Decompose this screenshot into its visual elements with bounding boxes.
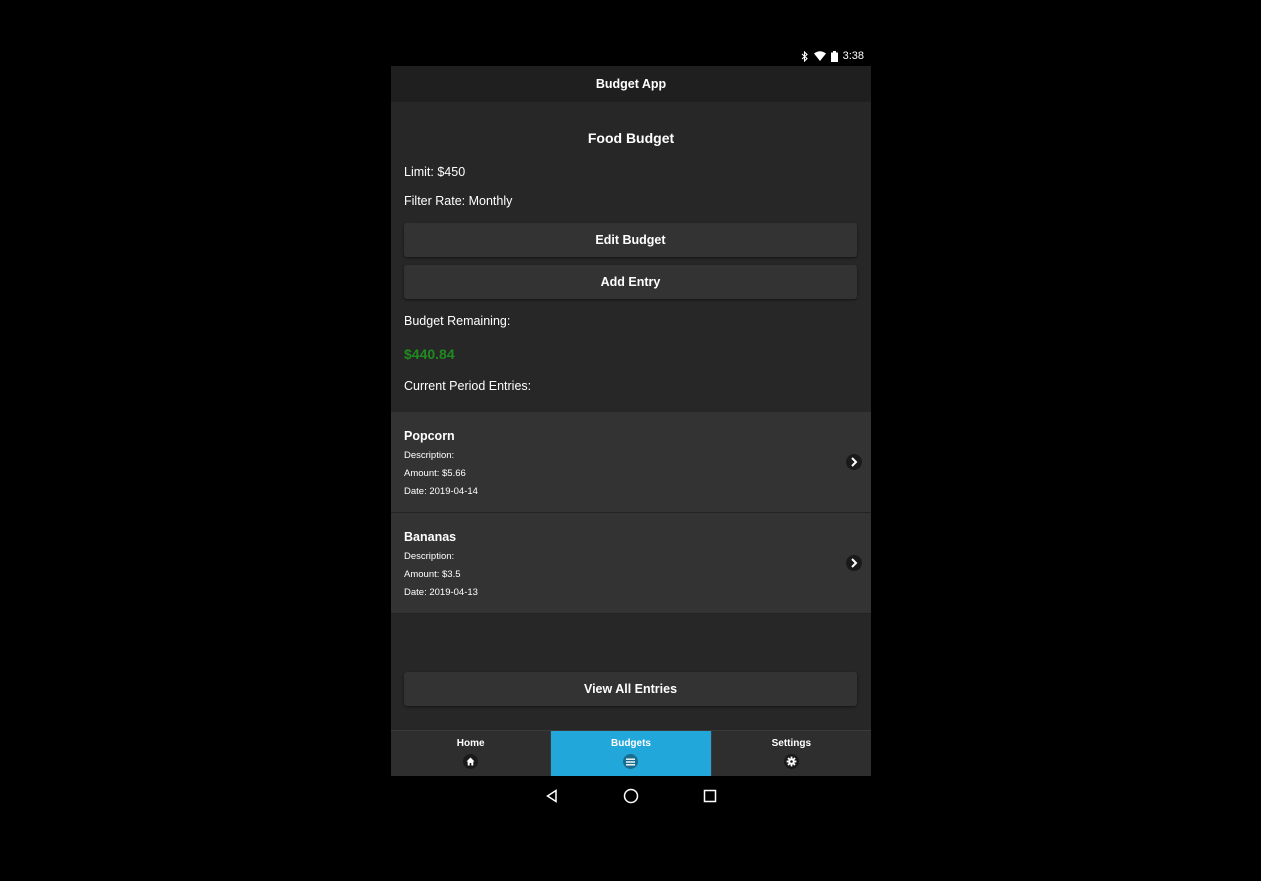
app-title: Budget App (595, 77, 667, 91)
entry-date: Date: 2019-04-13 (404, 587, 478, 598)
list-icon (623, 754, 639, 769)
system-navigation-bar (391, 776, 871, 816)
budget-limit: Limit: $450 (404, 165, 466, 179)
list-item[interactable]: Bananas Description: Amount: $3.5 Date: … (391, 513, 871, 614)
entry-name: Popcorn (404, 429, 455, 443)
tab-label: Settings (771, 738, 812, 749)
bluetooth-icon (801, 50, 809, 62)
current-entries-label: Current Period Entries: (404, 379, 532, 393)
entry-description: Description: (404, 551, 455, 562)
recents-icon[interactable] (701, 787, 719, 805)
tab-label: Budgets (610, 738, 651, 749)
gear-icon (783, 754, 799, 769)
add-entry-button[interactable]: Add Entry (404, 265, 857, 299)
view-all-entries-button[interactable]: View All Entries (404, 672, 857, 706)
back-icon[interactable] (543, 787, 561, 805)
app-header: Budget App (391, 66, 871, 102)
list-item[interactable]: Popcorn Description: Amount: $5.66 Date:… (391, 412, 871, 513)
battery-icon (830, 50, 838, 62)
tab-settings[interactable]: Settings (712, 731, 871, 776)
device-screen: 3:38 Budget App Food Budget Limit: $450 … (391, 46, 871, 816)
entry-amount: Amount: $3.5 (404, 569, 461, 580)
status-time: 3:38 (842, 50, 864, 62)
budget-remaining-label: Budget Remaining: (404, 314, 511, 328)
wifi-icon (813, 51, 826, 61)
home-nav-icon[interactable] (622, 787, 640, 805)
bottom-tab-bar: Home Budgets Settings (391, 730, 871, 776)
chevron-right-icon[interactable] (846, 454, 862, 470)
chevron-right-icon[interactable] (846, 555, 862, 571)
home-icon (463, 754, 479, 769)
entries-list: Popcorn Description: Amount: $5.66 Date:… (391, 412, 871, 614)
budget-title: Food Budget (587, 130, 675, 146)
status-bar: 3:38 (391, 46, 871, 66)
budget-detail-content[interactable]: Food Budget Limit: $450 Filter Rate: Mon… (391, 102, 871, 730)
entry-amount: Amount: $5.66 (404, 468, 466, 479)
entry-name: Bananas (404, 530, 457, 544)
tab-budgets[interactable]: Budgets (551, 731, 712, 776)
budget-filter-rate: Filter Rate: Monthly (404, 194, 513, 208)
tab-label: Home (456, 738, 485, 749)
entry-date: Date: 2019-04-14 (404, 486, 478, 497)
budget-remaining-amount: $440.84 (404, 346, 455, 362)
tab-home[interactable]: Home (391, 731, 552, 776)
entry-description: Description: (404, 450, 455, 461)
edit-budget-button[interactable]: Edit Budget (404, 223, 857, 257)
